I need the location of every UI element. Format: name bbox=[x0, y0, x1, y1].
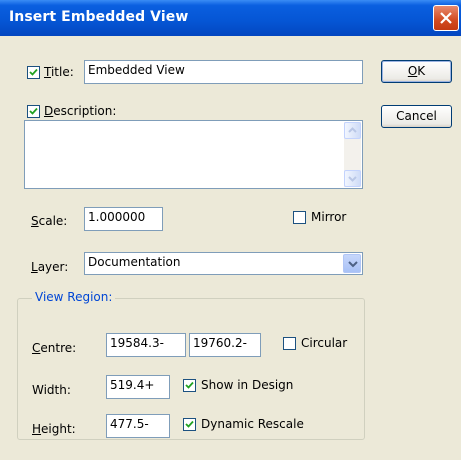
window-title: Insert Embedded View bbox=[9, 9, 189, 25]
show-in-design-checkbox[interactable] bbox=[183, 379, 196, 392]
close-button[interactable] bbox=[433, 5, 459, 31]
layer-select-value: Documentation bbox=[88, 255, 181, 269]
title-label: Title: bbox=[44, 65, 74, 79]
centre-label: Centre: bbox=[32, 341, 77, 355]
width-label: Width: bbox=[32, 383, 71, 397]
dialog-body: Title: Embedded View OK Cancel Descripti… bbox=[0, 36, 461, 460]
dynamic-rescale-label: Dynamic Rescale bbox=[201, 417, 304, 431]
width-input[interactable]: 519.4+ bbox=[106, 375, 170, 399]
checkmark-icon bbox=[29, 107, 38, 115]
description-textarea[interactable] bbox=[24, 120, 363, 189]
layer-dropdown-button[interactable] bbox=[343, 254, 361, 273]
show-in-design-label: Show in Design bbox=[201, 378, 294, 392]
description-scrollbar[interactable] bbox=[344, 122, 361, 187]
circular-label: Circular bbox=[301, 336, 348, 350]
chevron-down-icon bbox=[348, 261, 358, 268]
chevron-down-icon bbox=[348, 176, 357, 182]
checkmark-icon bbox=[185, 420, 194, 428]
view-region-title: View Region: bbox=[32, 290, 116, 304]
scroll-down-button[interactable] bbox=[344, 170, 361, 187]
title-input[interactable]: Embedded View bbox=[84, 60, 363, 84]
description-checkbox[interactable] bbox=[27, 105, 40, 118]
ok-button[interactable]: OK bbox=[381, 60, 452, 83]
description-label: Description: bbox=[44, 104, 117, 118]
scroll-up-button[interactable] bbox=[344, 122, 361, 139]
title-bar[interactable]: Insert Embedded View bbox=[0, 0, 461, 36]
title-checkbox[interactable] bbox=[27, 66, 40, 79]
scale-label: Scale: bbox=[31, 214, 68, 228]
checkmark-icon bbox=[185, 381, 194, 389]
chevron-up-icon bbox=[348, 127, 357, 133]
layer-select[interactable]: Documentation bbox=[84, 252, 363, 275]
scale-input[interactable]: 1.000000 bbox=[84, 207, 163, 231]
title-label-text: itle: bbox=[50, 65, 74, 79]
height-input[interactable]: 477.5- bbox=[106, 414, 170, 438]
circular-checkbox[interactable] bbox=[283, 337, 296, 350]
height-label: Height: bbox=[32, 422, 76, 436]
cancel-button[interactable]: Cancel bbox=[381, 105, 452, 128]
checkmark-icon bbox=[29, 68, 38, 76]
mirror-checkbox[interactable] bbox=[293, 211, 306, 224]
close-icon bbox=[440, 12, 452, 24]
mirror-label: Mirror bbox=[311, 210, 347, 224]
dynamic-rescale-checkbox[interactable] bbox=[183, 418, 196, 431]
centre-y-input[interactable]: 19760.2- bbox=[189, 333, 261, 357]
centre-x-input[interactable]: 19584.3- bbox=[106, 333, 186, 357]
layer-label: Layer: bbox=[31, 260, 69, 274]
